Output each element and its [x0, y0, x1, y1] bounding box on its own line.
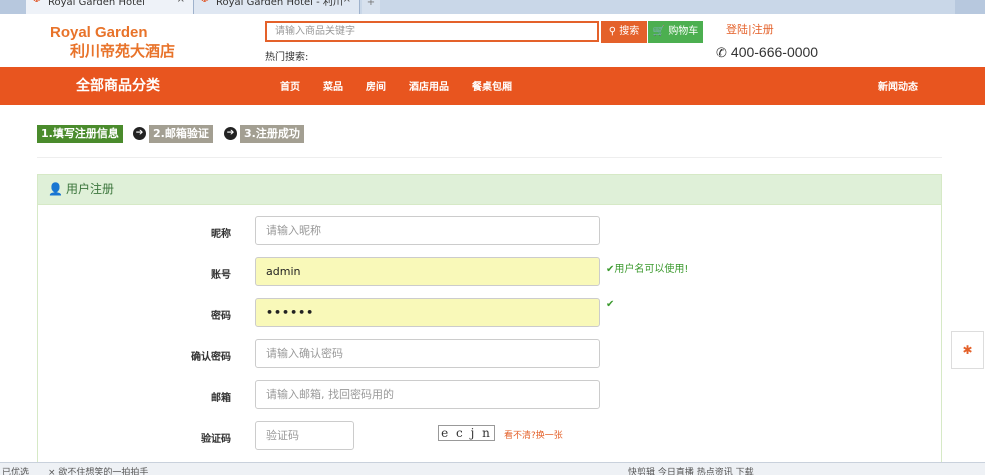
browser-status-bar: 已优选 × 欲不住想笑的一拍拍手 快剪辑 今日直播 热点资讯 下载 [0, 462, 985, 475]
arrow-right-icon: ➔ [224, 127, 237, 140]
browser-tab-1[interactable]: ❆ Royal Garden Hotel × [26, 0, 194, 14]
step-success: 3.注册成功 [240, 125, 304, 143]
phone-number: 400-666-0000 [730, 44, 819, 60]
site-logo[interactable]: Royal Garden 利川帝苑大酒店 [50, 24, 175, 60]
password-label: 密码 [211, 311, 231, 322]
nickname-input[interactable]: 请输入昵称 [255, 216, 600, 245]
confirm-password-label: 确认密码 [191, 352, 231, 363]
arrow-right-icon: ➔ [133, 127, 146, 140]
hot-search-label: 热门搜索: [265, 52, 309, 63]
step-email-verify: 2.邮箱验证 [149, 125, 213, 143]
search-icon: ⚲ [608, 26, 617, 37]
nav-item-rooms[interactable]: 房间 [366, 67, 386, 109]
tab-list-button[interactable] [0, 0, 26, 14]
cart-icon: 🛒 [652, 26, 666, 37]
search-button-label: 搜索 [619, 26, 640, 37]
divider [37, 157, 942, 158]
confirm-password-input[interactable]: 请输入确认密码 [255, 339, 600, 368]
cart-button[interactable]: 🛒 购物车 [648, 21, 703, 43]
all-categories-menu[interactable]: 全部商品分类 [76, 67, 160, 105]
window-control[interactable] [955, 0, 985, 14]
captcha-refresh-link[interactable]: 看不清?换一张 [504, 428, 563, 441]
nav-item-dishes[interactable]: 菜品 [323, 67, 343, 109]
main-nav: 全部商品分类 首页 菜品 房间 酒店用品 餐桌包厢 新闻动态 [0, 67, 985, 105]
captcha-input[interactable]: 验证码 [255, 421, 354, 450]
cart-button-label: 购物车 [668, 26, 699, 37]
login-register-link[interactable]: 登陆|注册 [726, 21, 774, 37]
panel-heading: 👤 用户注册 [38, 175, 941, 205]
browser-tab-strip: ❆ Royal Garden Hotel × ❆ Royal Garden Ho… [0, 0, 985, 14]
captcha-image[interactable]: e c j n [438, 425, 495, 441]
check-icon: ✔ [606, 299, 615, 310]
account-label: 账号 [211, 270, 231, 281]
nickname-label: 昵称 [211, 229, 231, 240]
search-button[interactable]: ⚲ 搜索 [601, 21, 647, 43]
logo-chinese: 利川帝苑大酒店 [70, 42, 176, 60]
back-to-top-icon[interactable]: ✱ [951, 331, 984, 369]
captcha-label: 验证码 [201, 434, 231, 445]
phone-icon: ✆ [716, 45, 727, 60]
nav-item-private-rooms[interactable]: 餐桌包厢 [472, 67, 512, 109]
status-right[interactable]: 快剪辑 今日直播 热点资讯 下载 [628, 463, 754, 475]
nav-item-hotel-supplies[interactable]: 酒店用品 [409, 67, 449, 109]
password-input[interactable]: •••••• [255, 298, 600, 327]
tab-title: Royal Garden Hotel [48, 0, 145, 8]
step-fill-info: 1.填写注册信息 [37, 125, 123, 143]
close-tab-icon[interactable]: × [177, 0, 185, 5]
site-favicon-icon: ❆ [200, 0, 209, 4]
nav-item-home[interactable]: 首页 [280, 67, 300, 109]
site-favicon-icon: ❆ [32, 0, 41, 4]
user-icon: 👤 [48, 182, 63, 196]
status-left: 已优选 [2, 468, 30, 475]
close-tab-icon[interactable]: × [343, 0, 351, 5]
nav-item-news[interactable]: 新闻动态 [878, 67, 918, 109]
email-label: 邮箱 [211, 393, 231, 404]
account-input[interactable]: admin [255, 257, 600, 286]
account-valid-hint: ✔用户名可以使用! [606, 260, 688, 275]
browser-tab-2[interactable]: ❆ Royal Garden Hotel - 利川 × [194, 0, 360, 14]
new-tab-button[interactable]: + [362, 0, 380, 14]
email-input[interactable]: 请输入邮箱, 找回密码用的 [255, 380, 600, 409]
account-hint-text: 用户名可以使用! [614, 264, 689, 275]
tab-title: Royal Garden Hotel - 利川 [216, 0, 343, 8]
logo-english: Royal Garden [50, 24, 148, 41]
search-input[interactable]: 请输入商品关键字 [265, 21, 599, 42]
status-middle: × 欲不住想笑的一拍拍手 [48, 468, 149, 475]
panel-title: 用户注册 [65, 182, 114, 196]
hotline: ✆ 400-666-0000 [716, 44, 818, 61]
